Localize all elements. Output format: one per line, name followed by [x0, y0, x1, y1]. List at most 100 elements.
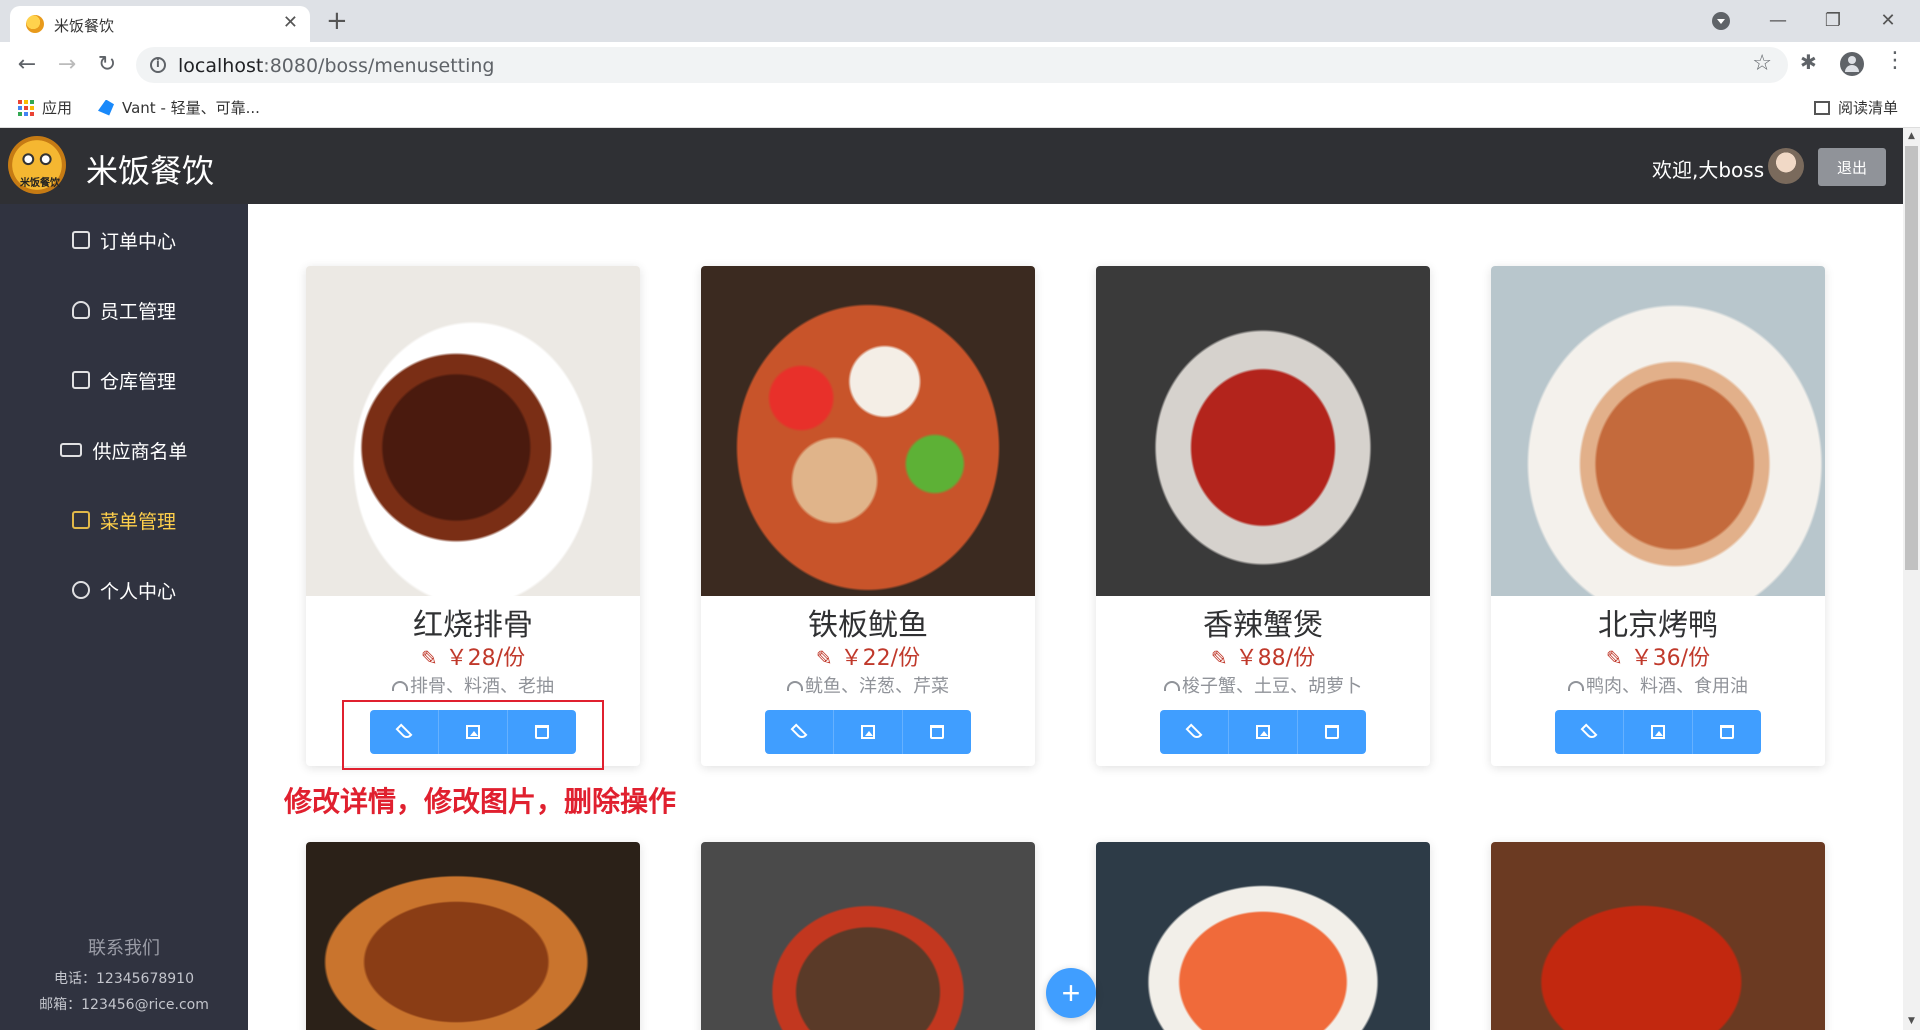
- url-text[interactable]: localhost:8080/boss/menusetting: [178, 55, 495, 77]
- vant-icon: [98, 99, 114, 116]
- dish-card: [701, 842, 1035, 1030]
- reading-list-icon: [1814, 100, 1830, 115]
- back-icon[interactable]: ←: [12, 50, 42, 80]
- dish-card: [1491, 842, 1825, 1030]
- pen-icon: ✎: [420, 646, 438, 670]
- change-image-button[interactable]: [1229, 710, 1298, 754]
- scroll-down-icon[interactable]: ▼: [1903, 1013, 1920, 1030]
- contact-title: 联系我们: [88, 938, 160, 959]
- dish-price: ✎ ￥22/份: [701, 640, 1035, 672]
- edit-details-button[interactable]: [1160, 710, 1229, 754]
- window-close-icon[interactable]: ✕: [1873, 6, 1903, 36]
- dish-image: [306, 842, 640, 1030]
- dish-actions: [1555, 710, 1761, 754]
- trash-icon: [1325, 725, 1339, 739]
- reload-icon[interactable]: ↻: [92, 50, 122, 80]
- dish-name: 红烧排骨: [413, 608, 533, 643]
- add-dish-button[interactable]: +: [1046, 968, 1096, 1018]
- price-value: ￥88/份: [1235, 646, 1316, 671]
- dish-image: [1096, 842, 1430, 1030]
- scrollbar[interactable]: ▲ ▼: [1903, 128, 1920, 1030]
- dish-ingredients: 鱿鱼、洋葱、芹菜: [701, 672, 1035, 698]
- sidebar-item-suppliers[interactable]: 供应商名单: [0, 420, 248, 480]
- reading-list[interactable]: 阅读清单: [1814, 97, 1898, 118]
- logout-button[interactable]: 退出: [1818, 148, 1886, 186]
- browser-toolbar: ← → ↻ localhost:8080/boss/menusetting ☆ …: [0, 42, 1920, 88]
- contact-email: 邮箱：123456@rice.com: [39, 997, 209, 1013]
- dish-image: [701, 842, 1035, 1030]
- profile-icon[interactable]: [1840, 52, 1864, 76]
- trash-icon: [1720, 725, 1734, 739]
- dish-image: [1096, 266, 1430, 596]
- image-icon: [861, 725, 875, 739]
- ingredients-value: 鸭肉、料酒、食用油: [1586, 676, 1748, 697]
- bookmark-vant[interactable]: Vant - 轻量、可靠...: [98, 97, 260, 118]
- edit-details-button[interactable]: [765, 710, 834, 754]
- edit-icon: [71, 511, 90, 529]
- scroll-thumb[interactable]: [1905, 146, 1918, 570]
- logo-text: 米饭餐饮: [20, 178, 60, 189]
- document-icon: [71, 231, 90, 249]
- sidebar-item-warehouse[interactable]: 仓库管理: [0, 350, 248, 410]
- sidebar-item-label: 供应商名单: [92, 440, 188, 463]
- browser-tab-bar: 米饭餐饮 ✕ + — ❐ ✕: [0, 0, 1920, 42]
- more-menu-icon[interactable]: ⋮: [1884, 48, 1906, 73]
- dish-card: 铁板鱿鱼 ✎ ￥22/份 鱿鱼、洋葱、芹菜: [701, 266, 1035, 766]
- delete-button[interactable]: [1693, 710, 1761, 754]
- maximize-icon[interactable]: ❐: [1818, 6, 1848, 36]
- truck-icon: [60, 443, 83, 457]
- change-image-button[interactable]: [834, 710, 903, 754]
- warehouse-icon: [71, 371, 90, 389]
- apps-icon: [18, 99, 34, 116]
- change-image-button[interactable]: [1624, 710, 1693, 754]
- forward-icon[interactable]: →: [52, 50, 82, 80]
- sidebar-item-label: 菜单管理: [99, 510, 176, 533]
- dish-price: ✎ ￥36/份: [1491, 640, 1825, 672]
- price-value: ￥28/份: [445, 646, 526, 671]
- address-bar[interactable]: localhost:8080/boss/menusetting ☆: [136, 47, 1788, 83]
- dish-image: [1491, 842, 1825, 1030]
- image-icon: [1256, 725, 1270, 739]
- new-tab-icon[interactable]: +: [326, 6, 348, 36]
- edit-icon: [1580, 723, 1598, 741]
- cloche-icon: [787, 681, 803, 691]
- dish-price: ✎ ￥88/份: [1096, 640, 1430, 672]
- bookmark-star-icon[interactable]: ☆: [1752, 51, 1772, 76]
- dish-ingredients: 梭子蟹、土豆、胡萝卜: [1096, 672, 1430, 698]
- ingredients-value: 排骨、料酒、老抽: [410, 676, 554, 697]
- dish-actions: [765, 710, 971, 754]
- dish-ingredients: 排骨、料酒、老抽: [306, 672, 640, 698]
- reading-list-label: 阅读清单: [1838, 99, 1899, 117]
- dish-ingredients: 鸭肉、料酒、食用油: [1491, 672, 1825, 698]
- edit-details-button[interactable]: [1555, 710, 1624, 754]
- minimize-icon[interactable]: —: [1763, 6, 1793, 36]
- sidebar-item-staff[interactable]: 员工管理: [0, 280, 248, 340]
- dish-name: 铁板鱿鱼: [808, 608, 928, 643]
- tab-search-icon[interactable]: [1712, 12, 1730, 30]
- scroll-up-icon[interactable]: ▲: [1903, 128, 1920, 145]
- price-value: ￥36/份: [1630, 646, 1711, 671]
- pen-icon: ✎: [815, 646, 833, 670]
- delete-button[interactable]: [903, 710, 971, 754]
- ingredients-value: 梭子蟹、土豆、胡萝卜: [1182, 676, 1362, 697]
- annotation-box: [342, 700, 604, 770]
- dish-card: 红烧排骨 ✎ ￥28/份 排骨、料酒、老抽: [306, 266, 640, 766]
- sidebar-item-profile[interactable]: 个人中心: [0, 560, 248, 620]
- avatar[interactable]: [1768, 148, 1804, 184]
- delete-button[interactable]: [1298, 710, 1366, 754]
- contact-phone: 电话：12345678910: [54, 971, 194, 987]
- dish-card: [306, 842, 640, 1030]
- image-icon: [1651, 725, 1665, 739]
- bookmarks-bar: 应用 Vant - 轻量、可靠... 阅读清单: [0, 88, 1920, 128]
- dish-card: [1096, 842, 1430, 1030]
- dish-name: 香辣蟹煲: [1203, 608, 1323, 643]
- bookmark-apps[interactable]: 应用: [18, 97, 72, 118]
- site-info-icon[interactable]: [150, 57, 166, 73]
- trash-icon: [930, 725, 944, 739]
- extensions-icon[interactable]: ✱: [1800, 50, 1817, 74]
- sidebar-item-menu[interactable]: 菜单管理: [0, 490, 248, 550]
- sidebar-item-orders[interactable]: 订单中心: [0, 210, 248, 270]
- browser-tab[interactable]: 米饭餐饮 ✕: [10, 6, 310, 42]
- close-tab-icon[interactable]: ✕: [283, 12, 298, 33]
- pen-icon: ✎: [1605, 646, 1623, 670]
